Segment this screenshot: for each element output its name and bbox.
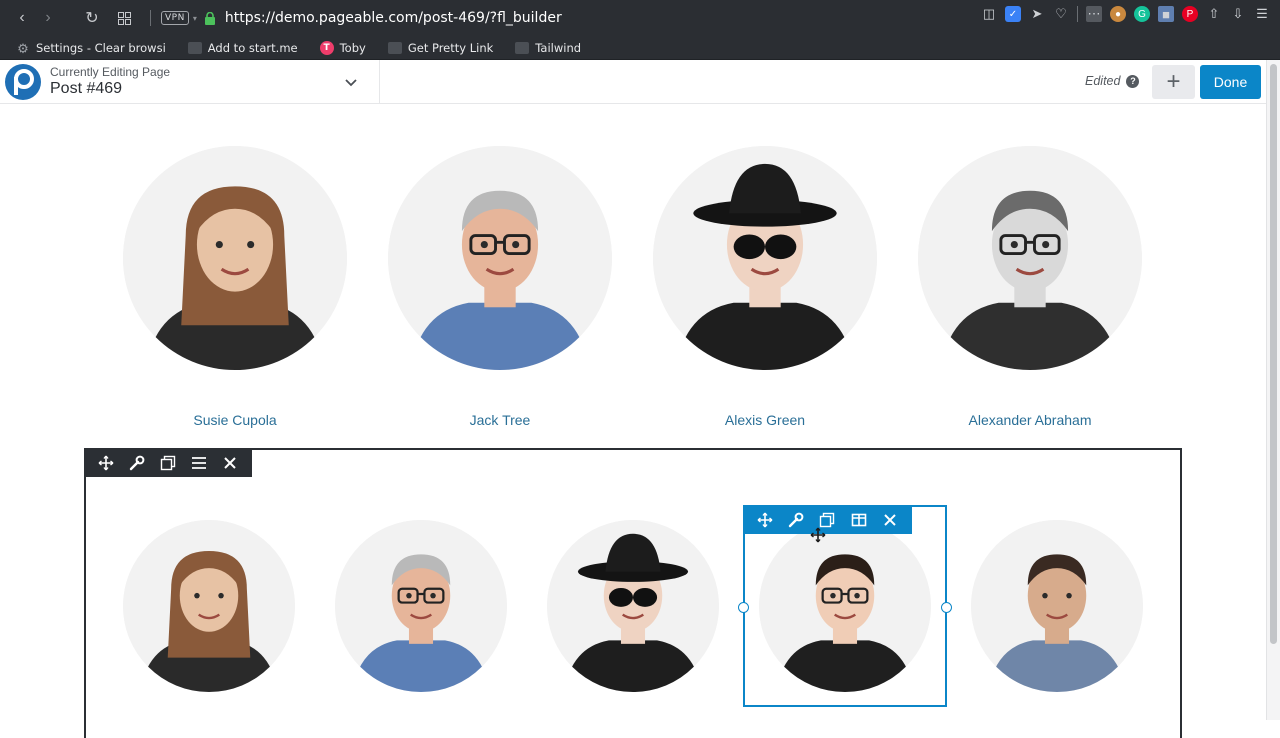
bookmark-tailwind[interactable]: Tailwind: [515, 41, 581, 55]
bookmark-label: Add to start.me: [207, 40, 298, 55]
resize-handle-right[interactable]: [941, 602, 952, 613]
pinterest-icon[interactable]: P: [1182, 6, 1198, 22]
bookmark-get-pretty-link[interactable]: Get Pretty Link: [387, 40, 494, 55]
member-name-jack[interactable]: Jack Tree: [385, 412, 615, 428]
editing-info[interactable]: Currently Editing Page Post #469: [50, 65, 170, 98]
column-toolbar: [743, 505, 912, 534]
grammarly-icon[interactable]: G: [1134, 6, 1150, 22]
send-icon[interactable]: ➤: [1029, 6, 1045, 22]
browser-toolbar: ‹ › ↻ VPN ▾ https://demo.pageable.com/po…: [0, 0, 1280, 36]
hamburger-menu-icon[interactable]: [188, 452, 210, 474]
row-photo-jack[interactable]: [335, 520, 507, 692]
page-title: Post #469: [50, 80, 123, 97]
row-photo-alexis[interactable]: [547, 520, 719, 692]
cookie-icon[interactable]: ●: [1110, 6, 1126, 22]
share-icon[interactable]: ⇧: [1206, 6, 1222, 22]
wrench-icon[interactable]: [126, 452, 148, 474]
address-bar[interactable]: VPN ▾ https://demo.pageable.com/post-469…: [161, 10, 562, 26]
menu-icon[interactable]: ☰: [1254, 6, 1270, 22]
member-name-susie[interactable]: Susie Cupola: [120, 412, 350, 428]
row-photo-susie[interactable]: [123, 520, 295, 692]
duplicate-icon[interactable]: [157, 452, 179, 474]
edited-label: Edited: [1085, 74, 1121, 88]
bookmark-label: Get Pretty Link: [407, 40, 494, 55]
member-name-alexander[interactable]: Alexander Abraham: [915, 412, 1145, 428]
row-photo-man-plaid[interactable]: [971, 520, 1143, 692]
bookmarks-bar: ⚙ Settings - Clear browsi Add to start.m…: [0, 36, 1280, 60]
selected-column-outline[interactable]: [743, 505, 947, 707]
close-icon[interactable]: [879, 509, 901, 531]
bookmark-label: Tailwind: [535, 40, 582, 55]
toby-icon: T: [319, 40, 334, 55]
row-toolbar: [84, 448, 252, 477]
shield-extension-icon[interactable]: ✓: [1005, 6, 1021, 22]
folder-icon: [515, 41, 530, 54]
help-icon[interactable]: ?: [1126, 74, 1140, 88]
header-divider: [379, 60, 380, 104]
move-cursor-icon: [810, 527, 826, 543]
close-icon[interactable]: [219, 452, 241, 474]
folder-icon: [387, 41, 402, 54]
edited-status[interactable]: Edited ?: [1085, 74, 1140, 88]
bookmark-label: Toby: [339, 40, 366, 55]
forward-icon[interactable]: ›: [36, 6, 60, 30]
resize-handle-left[interactable]: [738, 602, 749, 613]
back-icon[interactable]: ‹: [10, 6, 34, 30]
move-icon[interactable]: [754, 509, 776, 531]
team-photo-alexis[interactable]: [653, 146, 877, 370]
url-text[interactable]: https://demo.pageable.com/post-469/?fl_b…: [225, 10, 562, 26]
pageable-logo-icon[interactable]: [4, 63, 42, 101]
scrollbar-thumb[interactable]: [1270, 64, 1277, 644]
heart-icon[interactable]: ♡: [1053, 6, 1069, 22]
vpn-dropdown-icon[interactable]: ▾: [193, 14, 197, 23]
move-icon[interactable]: [95, 452, 117, 474]
team-photo-jack[interactable]: [388, 146, 612, 370]
download-icon[interactable]: ⇩: [1230, 6, 1246, 22]
editing-label: Currently Editing Page: [50, 65, 171, 79]
puzzle-icon[interactable]: ■: [1158, 6, 1174, 22]
chevron-down-icon[interactable]: [342, 73, 360, 91]
add-content-button[interactable]: +: [1152, 65, 1195, 99]
bookmark-label: Settings - Clear browsi: [36, 40, 166, 55]
done-button[interactable]: Done: [1200, 65, 1261, 99]
extension-icons: ◫ ✓ ➤ ♡ ⋯ ● G ■ P ⇧ ⇩ ☰: [981, 6, 1270, 22]
camera-icon[interactable]: ◫: [981, 6, 997, 22]
lock-icon[interactable]: [204, 11, 215, 25]
wrench-icon[interactable]: [785, 509, 807, 531]
reload-icon[interactable]: ↻: [80, 6, 104, 30]
bookmark-toby[interactable]: T Toby: [319, 40, 366, 55]
toolbar-separator: [1077, 6, 1078, 22]
columns-icon[interactable]: [848, 509, 870, 531]
tabs-grid-icon[interactable]: [112, 6, 136, 30]
plus-icon: +: [1166, 68, 1181, 95]
builder-header: Currently Editing Page Post #469 Edited …: [0, 60, 1266, 104]
page-scrollbar[interactable]: [1266, 60, 1280, 720]
folder-icon: [187, 41, 202, 54]
bookmark-add-to-start[interactable]: Add to start.me: [187, 40, 298, 55]
gear-icon: ⚙: [17, 41, 29, 57]
toolbar-separator: [150, 10, 151, 26]
member-name-alexis[interactable]: Alexis Green: [650, 412, 880, 428]
more-extensions-icon[interactable]: ⋯: [1086, 6, 1102, 22]
bookmark-settings[interactable]: ⚙ Settings - Clear browsi: [16, 40, 166, 57]
team-photo-alexander[interactable]: [918, 146, 1142, 370]
team-photo-susie[interactable]: [123, 146, 347, 370]
vpn-badge[interactable]: VPN: [161, 11, 189, 25]
